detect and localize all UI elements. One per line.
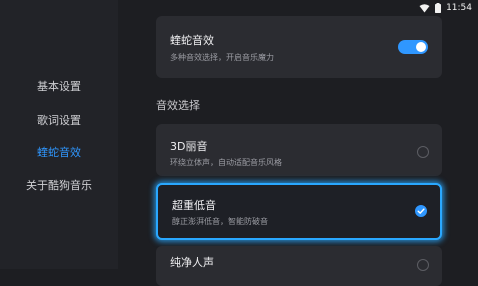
effect-option-title: 3D丽音 xyxy=(170,140,208,153)
viper-effects-card: 蝰蛇音效 多种音效选择，开启音乐魔力 xyxy=(156,16,442,78)
viper-effects-title: 蝰蛇音效 xyxy=(170,34,214,47)
toggle-knob xyxy=(416,42,426,52)
effect-option-radio-checked[interactable] xyxy=(415,205,427,217)
effect-option-title: 纯净人声 xyxy=(170,256,214,269)
effect-selection-heading: 音效选择 xyxy=(156,99,200,112)
viper-effects-subtitle: 多种音效选择，开启音乐魔力 xyxy=(170,53,274,62)
effect-option-pure-vocal[interactable]: 纯净人声 xyxy=(156,246,442,286)
settings-sidebar: 基本设置 歌词设置 蝰蛇音效 关于酷狗音乐 xyxy=(0,0,118,269)
sidebar-item-basic-settings[interactable]: 基本设置 xyxy=(0,78,118,94)
sidebar-item-lyrics-settings[interactable]: 歌词设置 xyxy=(0,112,118,128)
effect-option-super-bass[interactable]: 超重低音 醇正澎湃低音，智能防破音 xyxy=(156,183,442,240)
sidebar-item-viper-effects[interactable]: 蝰蛇音效 xyxy=(0,144,118,160)
main-content: 蝰蛇音效 多种音效选择，开启音乐魔力 音效选择 3D丽音 环绕立体声，自动适配音… xyxy=(118,0,478,286)
effect-option-radio[interactable] xyxy=(417,146,429,158)
viper-effects-toggle[interactable] xyxy=(398,40,428,54)
effect-option-title: 超重低音 xyxy=(172,199,216,212)
effect-option-subtitle: 醇正澎湃低音，智能防破音 xyxy=(172,217,268,226)
effect-option-radio[interactable] xyxy=(417,259,429,271)
checkmark-icon xyxy=(417,208,425,214)
effect-option-3d[interactable]: 3D丽音 环绕立体声，自动适配音乐风格 xyxy=(156,124,442,176)
sidebar-item-about-kugou[interactable]: 关于酷狗音乐 xyxy=(0,177,118,193)
effect-option-subtitle: 环绕立体声，自动适配音乐风格 xyxy=(170,158,282,167)
